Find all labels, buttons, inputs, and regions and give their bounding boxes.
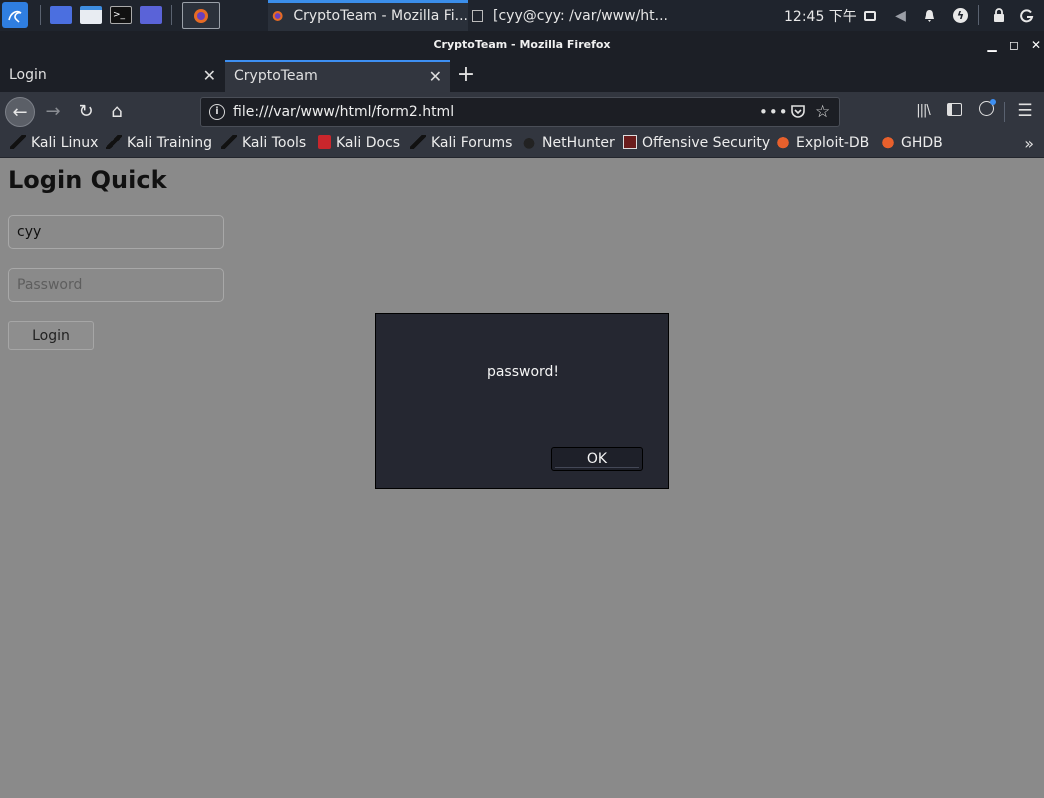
bookmark-label: Kali Forums xyxy=(431,135,513,151)
reload-icon[interactable]: ↻ xyxy=(71,97,101,127)
bookmark-kali-tools[interactable]: Kali Tools xyxy=(221,131,306,157)
bookmark-label: Kali Linux xyxy=(31,135,99,151)
kali-dragon-icon xyxy=(221,135,237,149)
offensive-security-icon xyxy=(623,135,637,149)
toolbar-separator xyxy=(1004,102,1005,122)
bookmark-kali-docs[interactable]: Kali Docs xyxy=(318,131,400,157)
workspace-switcher-icon[interactable] xyxy=(50,6,72,24)
clock[interactable]: 12:45 下午 xyxy=(784,0,857,31)
tab-label: Login xyxy=(9,67,47,83)
library-icon[interactable]: |||\ xyxy=(912,100,934,122)
alert-message: password! xyxy=(486,364,560,380)
navigation-toolbar: ← → ↻ ⌂ i file:///var/www/html/form2.htm… xyxy=(0,92,1044,131)
terminal-icon[interactable]: >_ xyxy=(110,6,132,24)
page-title: Login Quick xyxy=(8,166,167,194)
tab-cryptoteam[interactable]: CryptoTeam ✕ xyxy=(225,60,450,92)
bookmark-kali-linux[interactable]: Kali Linux xyxy=(10,131,98,157)
username-input[interactable] xyxy=(8,215,224,249)
new-tab-icon[interactable]: + xyxy=(455,60,477,92)
kali-dragon-icon xyxy=(410,135,426,149)
bookmark-kali-forums[interactable]: Kali Forums xyxy=(410,131,512,157)
ok-button[interactable]: OK xyxy=(551,447,643,471)
alert-dialog: password! OK xyxy=(375,313,669,489)
pocket-icon[interactable] xyxy=(790,98,806,126)
bookmark-label: Kali Training xyxy=(127,135,212,151)
home-icon[interactable]: ⌂ xyxy=(102,97,132,127)
bookmark-label: GHDB xyxy=(901,135,943,151)
kali-dragon-icon xyxy=(10,135,26,149)
bookmark-offensive-security[interactable]: Offensive Security xyxy=(623,131,770,157)
url-text[interactable]: file:///var/www/html/form2.html xyxy=(233,98,454,127)
system-panel: >_ CryptoTeam - Mozilla Fi... [cyy@cyy: … xyxy=(0,0,1044,31)
bookmark-label: NetHunter xyxy=(542,135,615,151)
bookmark-label: Offensive Security xyxy=(642,135,771,151)
maximize-icon[interactable]: ◻ xyxy=(1004,31,1024,60)
bookmark-ghdb[interactable]: GHDB xyxy=(880,131,943,157)
bookmark-label: Exploit-DB xyxy=(796,135,870,151)
bookmark-label: Kali Docs xyxy=(336,135,401,151)
forward-arrow-icon[interactable]: → xyxy=(38,97,68,127)
panel-separator xyxy=(978,5,979,25)
back-arrow-icon[interactable]: ← xyxy=(5,97,35,127)
page-actions-icon[interactable]: ••• xyxy=(759,98,789,126)
firefox-icon xyxy=(272,10,283,21)
ghdb-icon xyxy=(880,135,896,149)
window-title: CryptoTeam - Mozilla Firefox xyxy=(433,38,611,51)
terminal-small-icon xyxy=(472,9,484,22)
password-input[interactable] xyxy=(8,268,224,302)
nethunter-icon xyxy=(521,135,537,149)
bookmark-star-icon[interactable]: ☆ xyxy=(815,98,830,126)
bookmark-kali-training[interactable]: Kali Training xyxy=(106,131,212,157)
taskbar-task-label: [cyy@cyy: /var/www/ht... xyxy=(493,7,668,24)
kali-docs-icon xyxy=(318,135,331,149)
tab-label: CryptoTeam xyxy=(234,68,318,84)
bookmarks-toolbar: Kali Linux Kali Training Kali Tools Kali… xyxy=(0,131,1044,158)
taskbar-firefox-window[interactable]: CryptoTeam - Mozilla Fi... xyxy=(268,0,468,31)
kali-menu-icon[interactable] xyxy=(2,2,28,28)
tab-login[interactable]: Login ✕ xyxy=(0,60,224,92)
tab-strip: Login ✕ CryptoTeam ✕ + xyxy=(0,60,1044,92)
volume-icon[interactable]: ◀ xyxy=(892,7,909,24)
power-manager-icon[interactable]: ϟ xyxy=(952,7,969,24)
hamburger-menu-icon[interactable]: ☰ xyxy=(1014,100,1036,122)
window-titlebar[interactable]: CryptoTeam - Mozilla Firefox ▁ ◻ ✕ xyxy=(0,31,1044,60)
taskbar-terminal-window[interactable]: [cyy@cyy: /var/www/ht... xyxy=(468,0,668,31)
file-manager-icon[interactable] xyxy=(80,6,102,24)
site-info-icon[interactable]: i xyxy=(209,104,225,120)
minimize-icon[interactable]: ▁ xyxy=(982,31,1002,60)
close-tab-icon[interactable]: ✕ xyxy=(203,60,216,91)
bookmark-nethunter[interactable]: NetHunter xyxy=(521,131,615,157)
bookmark-label: Kali Tools xyxy=(242,135,307,151)
account-icon[interactable] xyxy=(975,99,997,122)
kali-dragon-icon xyxy=(106,135,122,149)
notification-bell-icon[interactable] xyxy=(921,7,938,24)
taskbar-task-label: CryptoTeam - Mozilla Fi... xyxy=(293,7,468,24)
bookmark-exploit-db[interactable]: Exploit-DB xyxy=(775,131,869,157)
exploit-db-icon xyxy=(775,135,791,149)
display-icon[interactable] xyxy=(861,7,878,24)
close-tab-icon[interactable]: ✕ xyxy=(429,62,442,91)
firefox-launcher-icon[interactable] xyxy=(182,2,220,29)
logout-icon[interactable] xyxy=(1018,7,1035,24)
panel-separator xyxy=(40,5,41,25)
login-button[interactable]: Login xyxy=(8,321,94,350)
lock-screen-icon[interactable] xyxy=(990,7,1007,24)
sidebar-toggle-icon[interactable] xyxy=(943,100,965,122)
bookmarks-overflow-icon[interactable]: » xyxy=(1024,131,1034,156)
screen-recorder-icon[interactable] xyxy=(140,6,162,24)
panel-separator xyxy=(171,5,172,25)
address-bar[interactable]: i file:///var/www/html/form2.html ••• ☆ xyxy=(200,97,840,127)
close-window-icon[interactable]: ✕ xyxy=(1026,31,1044,60)
